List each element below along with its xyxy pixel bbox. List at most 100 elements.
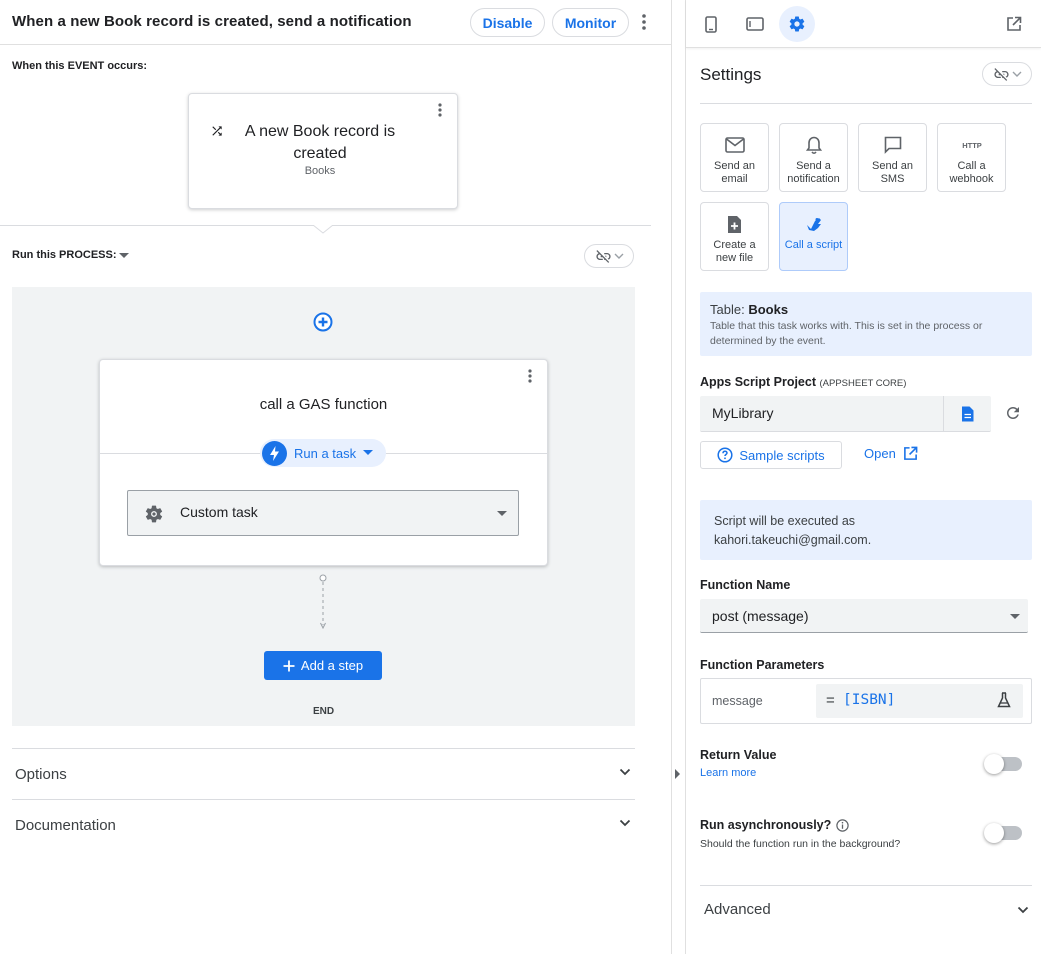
sample-scripts-label: Sample scripts bbox=[739, 447, 825, 463]
event-title: A new Book record is created bbox=[244, 123, 396, 162]
tile-label: Send an SMS bbox=[872, 160, 913, 185]
parameter-expression-value: [ISBN] bbox=[843, 692, 896, 708]
tile-label: Call a script bbox=[784, 239, 843, 251]
svg-text:HTTP: HTTP bbox=[962, 141, 982, 150]
run-async-label-row: Run asynchronously? bbox=[700, 818, 849, 832]
refresh-icon[interactable] bbox=[1004, 404, 1022, 422]
step-title[interactable]: call a GAS function bbox=[99, 396, 548, 413]
event-table-name: Books bbox=[304, 165, 336, 177]
bot-editor-pane: When a new Book record is created, send … bbox=[0, 0, 671, 954]
tile-label: Send a notification bbox=[787, 160, 840, 185]
step-connector bbox=[318, 573, 328, 631]
help-icon bbox=[717, 447, 733, 463]
execution-info-text: Script will be executed as kahori.takeuc… bbox=[714, 514, 872, 547]
link-off-icon bbox=[595, 248, 612, 265]
process-dropdown-icon[interactable] bbox=[119, 253, 129, 259]
settings-tab-icon[interactable] bbox=[779, 6, 815, 42]
add-file-icon bbox=[701, 212, 768, 236]
apps-script-label: Apps Script Project (APPSHEET CORE) bbox=[700, 375, 907, 389]
open-script-link[interactable]: Open bbox=[864, 446, 918, 461]
caret-down-icon bbox=[363, 450, 374, 456]
caret-down-icon bbox=[497, 511, 507, 517]
table-name: Books bbox=[748, 302, 789, 317]
monitor-button[interactable]: Monitor bbox=[552, 8, 629, 37]
tile-label: Send an email bbox=[714, 160, 755, 185]
add-step-button[interactable]: Add a step bbox=[264, 651, 382, 680]
bolt-icon bbox=[262, 440, 287, 466]
open-external-icon[interactable] bbox=[996, 6, 1032, 42]
tile-call-script[interactable]: Call a script bbox=[779, 202, 848, 271]
learn-more-link[interactable]: Learn more bbox=[700, 767, 756, 779]
disable-button[interactable]: Disable bbox=[470, 8, 545, 37]
event-section-label: When this EVENT occurs: bbox=[12, 60, 148, 72]
chevron-down-icon bbox=[1012, 71, 1022, 77]
process-end-label: END bbox=[312, 706, 335, 717]
settings-unlink-toggle[interactable] bbox=[982, 62, 1032, 86]
documentation-accordion[interactable]: Documentation bbox=[12, 799, 635, 851]
function-name-label: Function Name bbox=[700, 578, 791, 592]
options-label: Options bbox=[15, 766, 67, 783]
function-parameter-row: message = [ISBN] bbox=[700, 678, 1032, 724]
collapse-panel-icon[interactable] bbox=[675, 769, 681, 779]
open-label: Open bbox=[864, 446, 896, 461]
add-step-label: Add a step bbox=[300, 658, 364, 673]
event-more-icon[interactable] bbox=[430, 98, 450, 122]
pane-divider[interactable] bbox=[671, 0, 672, 954]
run-task-label: Run a task bbox=[294, 445, 357, 461]
task-type-value: Custom task bbox=[180, 504, 258, 520]
step-more-icon[interactable] bbox=[520, 364, 540, 388]
script-icon bbox=[780, 212, 847, 236]
expand-more-icon[interactable] bbox=[1017, 906, 1029, 914]
shuffle-icon bbox=[209, 124, 225, 138]
return-value-label: Return Value bbox=[700, 748, 777, 762]
tile-create-file[interactable]: Create a new file bbox=[700, 202, 769, 271]
add-step-plus-icon[interactable] bbox=[313, 312, 333, 332]
chevron-down-icon bbox=[614, 253, 624, 259]
settings-divider bbox=[700, 103, 1032, 104]
table-info-title: Table: Books bbox=[710, 302, 789, 317]
settings-title: Settings bbox=[700, 65, 762, 84]
unlink-toggle[interactable] bbox=[584, 244, 634, 268]
toggle-knob bbox=[984, 823, 1004, 843]
bell-icon bbox=[780, 133, 847, 157]
flask-icon[interactable] bbox=[997, 692, 1011, 708]
run-async-toggle[interactable] bbox=[984, 823, 1022, 843]
tile-call-webhook[interactable]: HTTP Call a webhook bbox=[937, 123, 1006, 192]
function-parameters-label: Function Parameters bbox=[700, 658, 825, 672]
function-name-select[interactable]: post (message) bbox=[700, 599, 1028, 633]
chat-icon bbox=[859, 133, 926, 157]
advanced-label[interactable]: Advanced bbox=[704, 901, 771, 918]
apps-script-project-field[interactable]: MyLibrary bbox=[700, 396, 991, 432]
tile-send-sms[interactable]: Send an SMS bbox=[858, 123, 927, 192]
sample-scripts-button[interactable]: Sample scripts bbox=[700, 441, 842, 469]
tile-send-email[interactable]: Send an email bbox=[700, 123, 769, 192]
http-icon: HTTP bbox=[938, 133, 1005, 157]
task-type-select[interactable]: Custom task bbox=[127, 490, 519, 536]
caret-down-icon bbox=[1010, 614, 1020, 620]
parameter-name: message bbox=[712, 694, 763, 708]
more-vert-icon[interactable] bbox=[634, 10, 654, 34]
table-info-box: Table: Books Table that this task works … bbox=[700, 292, 1032, 356]
run-task-chip[interactable]: Run a task bbox=[260, 439, 386, 467]
run-async-description: Should the function run in the backgroun… bbox=[700, 838, 901, 850]
return-value-toggle[interactable] bbox=[984, 754, 1022, 774]
apps-script-project-value: MyLibrary bbox=[712, 405, 774, 421]
run-async-label: Run asynchronously? bbox=[700, 818, 832, 832]
expand-more-icon bbox=[619, 768, 631, 776]
open-external-icon bbox=[903, 446, 918, 461]
parameter-expression-field[interactable]: = [ISBN] bbox=[816, 684, 1023, 718]
execution-info-box: Script will be executed as kahori.takeuc… bbox=[700, 500, 1032, 560]
plus-icon bbox=[283, 660, 295, 672]
tile-send-notification[interactable]: Send a notification bbox=[779, 123, 848, 192]
bot-title[interactable]: When a new Book record is created, send … bbox=[12, 13, 412, 30]
link-off-icon bbox=[993, 66, 1010, 83]
phone-preview-icon[interactable] bbox=[693, 6, 729, 42]
tablet-preview-icon[interactable] bbox=[737, 6, 773, 42]
options-accordion[interactable]: Options bbox=[12, 748, 635, 800]
info-icon[interactable] bbox=[836, 818, 849, 832]
toggle-knob bbox=[984, 754, 1004, 774]
advanced-divider bbox=[700, 885, 1032, 886]
process-section-label: Run this PROCESS: bbox=[12, 249, 117, 261]
tile-label: Call a webhook bbox=[949, 160, 994, 185]
script-file-icon[interactable] bbox=[943, 396, 991, 432]
